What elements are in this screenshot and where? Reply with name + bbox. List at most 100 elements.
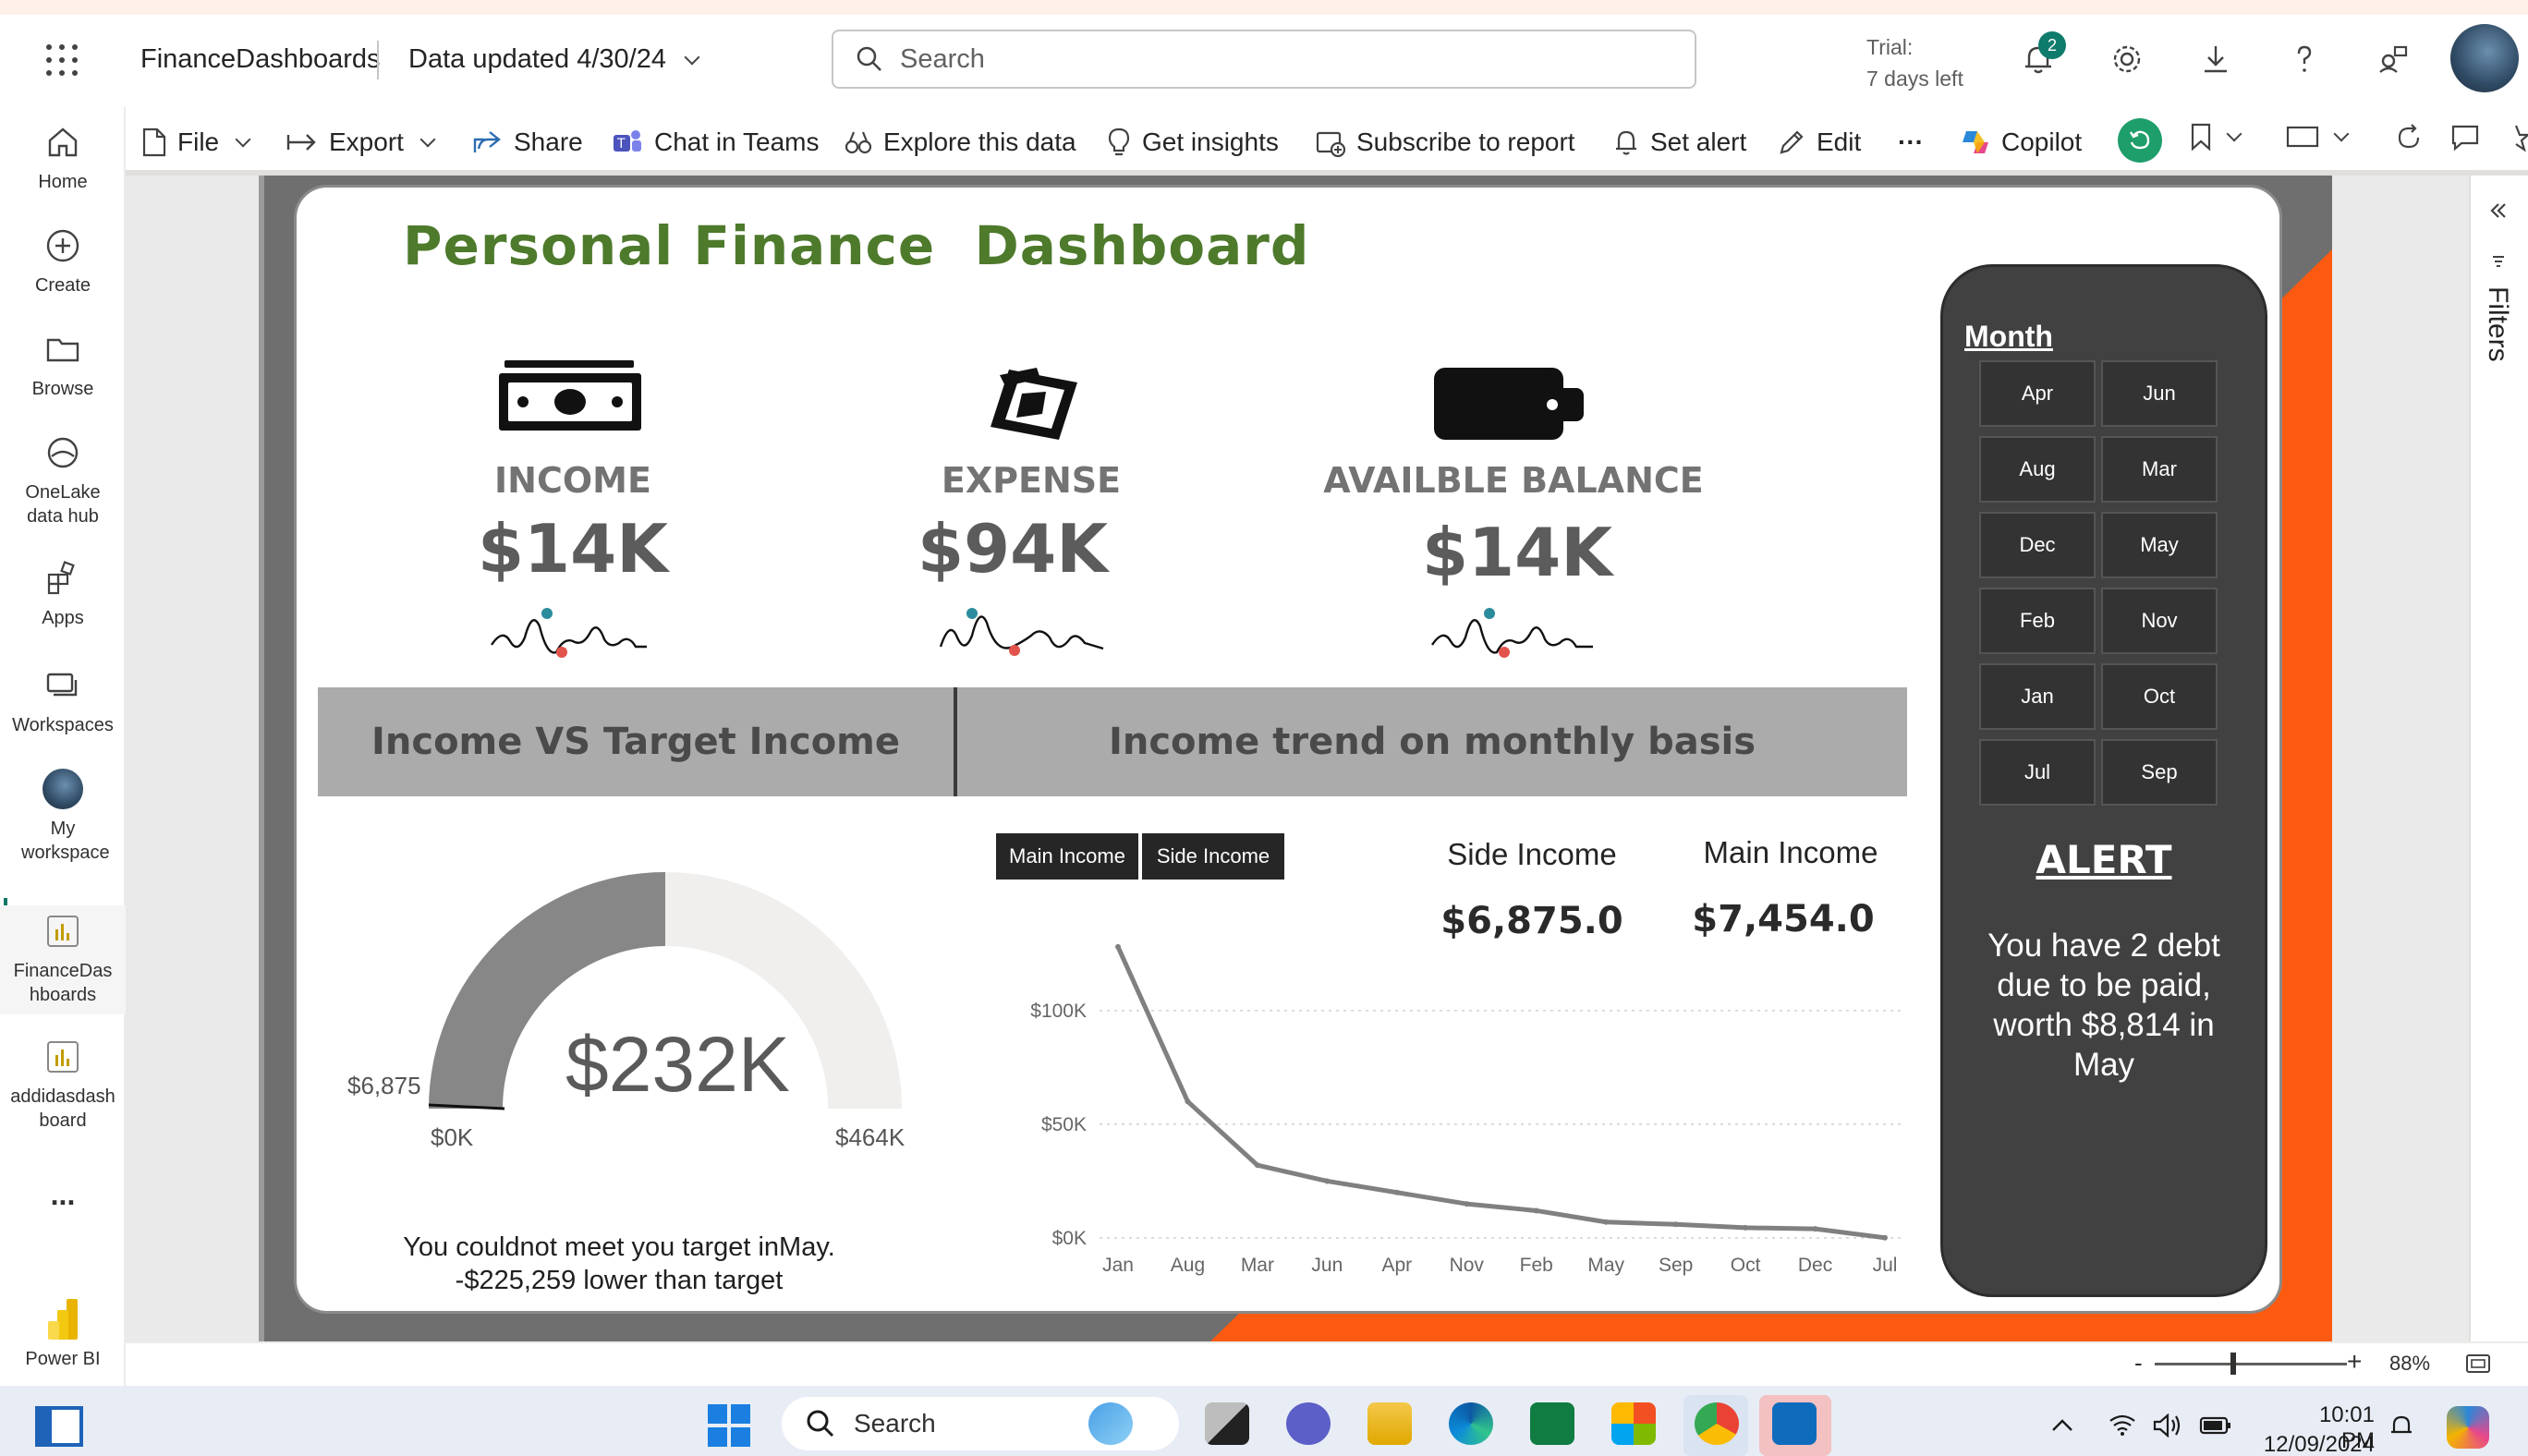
gauge-message: You couldnot meet you target inMay. -$22… <box>333 1231 905 1297</box>
zoom-in-button[interactable]: + <box>2347 1347 2362 1377</box>
file-menu[interactable]: File <box>140 120 251 164</box>
data-point[interactable] <box>1185 1098 1191 1105</box>
nav-workspaces[interactable]: Workspaces <box>0 663 126 737</box>
nav-browse[interactable]: Browse <box>0 327 126 401</box>
data-point[interactable] <box>1115 943 1121 950</box>
nav-addidasdashboard[interactable]: addidasdash board <box>0 1035 126 1133</box>
month-option-nov[interactable]: Nov <box>2101 588 2218 654</box>
month-option-aug[interactable]: Aug <box>1979 436 2096 503</box>
more-icon[interactable]: ... <box>0 1180 126 1209</box>
zoom-out-button[interactable]: - <box>2134 1349 2143 1377</box>
view-menu[interactable] <box>2286 124 2350 150</box>
nav-home[interactable]: Home <box>0 120 126 194</box>
zoom-level[interactable]: 88% <box>2389 1352 2430 1376</box>
month-option-jun[interactable]: Jun <box>2101 360 2218 427</box>
search-icon <box>807 1410 834 1438</box>
copilot-button[interactable]: Copilot <box>1961 120 2082 164</box>
app-launcher-icon[interactable] <box>46 44 78 76</box>
nav-my-workspace[interactable]: My workspace <box>0 767 126 865</box>
income-series-line[interactable] <box>1115 945 1886 1241</box>
month-option-oct[interactable]: Oct <box>2101 663 2218 730</box>
data-point[interactable] <box>1324 1178 1331 1184</box>
set-alert-button[interactable]: Set alert <box>1613 120 1746 164</box>
gauge-max-label: $464K <box>835 1123 905 1151</box>
month-option-may[interactable]: May <box>2101 512 2218 578</box>
month-option-jan[interactable]: Jan <box>1979 663 2096 730</box>
task-view-icon[interactable] <box>1205 1402 1249 1445</box>
collapse-filters-icon[interactable] <box>2487 200 2510 226</box>
nav-onelake[interactable]: OneLake data hub <box>0 431 126 528</box>
chrome-icon[interactable] <box>1695 1402 1739 1445</box>
data-point[interactable] <box>1812 1226 1818 1232</box>
chat-in-teams-button[interactable]: T Chat in Teams <box>612 120 819 164</box>
nav-create[interactable]: Create <box>0 224 126 297</box>
volume-icon[interactable] <box>2153 1413 2184 1442</box>
refresh-icon[interactable] <box>2395 124 2423 156</box>
chevron-down-icon <box>2226 126 2242 142</box>
teams-chat-taskbar-icon[interactable] <box>1286 1402 1331 1445</box>
nav-financedashboards[interactable]: FinanceDas hboards <box>0 905 126 1014</box>
refresh-visuals-button[interactable] <box>2118 118 2162 163</box>
month-option-mar[interactable]: Mar <box>2101 436 2218 503</box>
data-point[interactable] <box>1464 1201 1470 1207</box>
explore-data-button[interactable]: Explore this data <box>845 120 1076 164</box>
data-updated-dropdown[interactable]: Data updated 4/30/24 <box>408 44 700 75</box>
fit-to-page-icon[interactable] <box>2465 1353 2491 1379</box>
workspaces-icon <box>41 663 85 708</box>
nav-powerbi[interactable]: Power BI <box>0 1297 126 1371</box>
month-option-dec[interactable]: Dec <box>1979 512 2096 578</box>
copilot-taskbar-icon[interactable] <box>2447 1406 2489 1449</box>
widgets-icon[interactable] <box>35 1406 83 1447</box>
notification-center-icon[interactable] <box>2388 1414 2415 1446</box>
copilot-label: Copilot <box>2001 127 2083 156</box>
windows-start-icon[interactable] <box>708 1404 750 1447</box>
share-button[interactable]: Share <box>471 120 583 164</box>
data-point[interactable] <box>1393 1189 1400 1195</box>
file-icon <box>142 127 166 157</box>
data-point[interactable] <box>1672 1221 1679 1228</box>
gear-icon[interactable] <box>2105 37 2149 81</box>
data-point[interactable] <box>1254 1162 1260 1169</box>
download-icon[interactable] <box>2194 37 2238 81</box>
share-feedback-icon[interactable] <box>2371 37 2415 81</box>
export-menu[interactable]: Export <box>286 120 436 164</box>
subscribe-button[interactable]: Subscribe to report <box>1316 120 1575 164</box>
month-option-apr[interactable]: Apr <box>1979 360 2096 427</box>
chevron-up-icon[interactable] <box>2049 1415 2075 1438</box>
excel-icon[interactable] <box>1530 1402 1574 1445</box>
data-point[interactable] <box>1603 1219 1610 1225</box>
get-insights-button[interactable]: Get insights <box>1107 120 1279 164</box>
side-income-label: Side Income <box>1447 837 1617 871</box>
data-point[interactable] <box>1743 1224 1749 1231</box>
workspace-title[interactable]: FinanceDashboards <box>140 44 381 75</box>
zoom-slider[interactable] <box>2155 1363 2347 1365</box>
view-icon <box>2286 126 2319 148</box>
edit-button[interactable]: Edit <box>1778 120 1861 164</box>
data-point[interactable] <box>1882 1234 1888 1241</box>
month-option-sep[interactable]: Sep <box>2101 739 2218 806</box>
month-option-jul[interactable]: Jul <box>1979 739 2096 806</box>
data-point[interactable] <box>1533 1207 1539 1214</box>
search-input[interactable]: Search <box>832 30 1696 89</box>
income-kpi-label: INCOME <box>494 460 651 501</box>
outlook-icon[interactable] <box>1772 1402 1817 1445</box>
nav-apps[interactable]: Apps <box>0 556 126 630</box>
main-income-tab[interactable]: Main Income <box>996 833 1138 880</box>
side-income-tab[interactable]: Side Income <box>1142 833 1284 880</box>
microsoft-store-icon[interactable] <box>1611 1402 1656 1445</box>
battery-icon[interactable] <box>2199 1415 2232 1440</box>
search-highlight-icon <box>1088 1402 1133 1445</box>
clock-date[interactable]: 12/09/2024 <box>2245 1432 2375 1456</box>
zoom-slider-thumb[interactable] <box>2230 1353 2236 1375</box>
more-options-button[interactable]: ··· <box>1898 120 1924 164</box>
wifi-icon[interactable] <box>2109 1414 2136 1440</box>
edge-browser-icon[interactable] <box>1449 1402 1493 1445</box>
favorite-star-icon[interactable] <box>2504 124 2528 156</box>
bookmark-menu[interactable] <box>2190 122 2242 152</box>
file-explorer-icon[interactable] <box>1367 1402 1412 1445</box>
month-option-feb[interactable]: Feb <box>1979 588 2096 654</box>
user-avatar[interactable] <box>2450 24 2519 92</box>
help-icon[interactable] <box>2282 37 2327 81</box>
comment-icon[interactable] <box>2450 124 2480 156</box>
nav-apps-label: Apps <box>42 608 84 628</box>
